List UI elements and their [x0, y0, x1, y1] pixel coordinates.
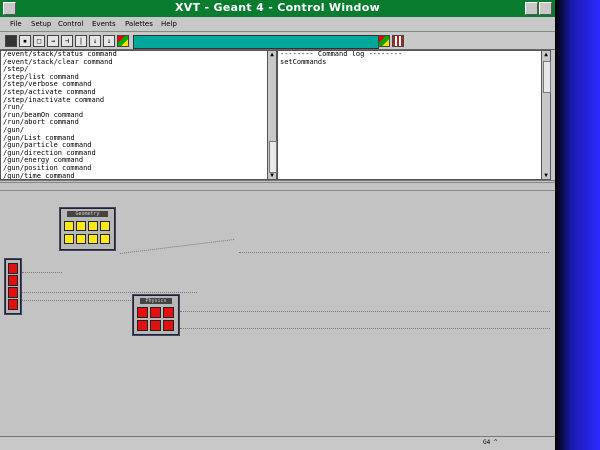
scroll-down-icon[interactable]: ▼ — [268, 172, 276, 179]
guide-line — [180, 328, 550, 329]
tool-icon[interactable]: | — [75, 35, 87, 47]
red-tile[interactable] — [163, 320, 174, 331]
menu-palettes[interactable]: Palettes — [125, 20, 153, 28]
command-item[interactable]: /step/inactivate command — [3, 96, 267, 105]
menu-events[interactable]: Events — [92, 20, 116, 28]
color-icon[interactable] — [378, 35, 390, 47]
command-input[interactable] — [133, 35, 379, 49]
red-tile[interactable] — [137, 307, 148, 318]
maximize-button[interactable] — [539, 2, 552, 15]
title-bar[interactable]: XVT - Geant 4 - Control Window — [0, 0, 555, 18]
menu-setup[interactable]: Setup — [31, 20, 51, 28]
side-palette[interactable] — [5, 259, 21, 314]
palette-workspace[interactable]: Geometry Physics — [0, 180, 555, 450]
grid-icon[interactable] — [392, 35, 404, 47]
scroll-thumb[interactable] — [269, 141, 277, 173]
red-tile[interactable] — [8, 263, 18, 274]
color-icon[interactable] — [117, 35, 129, 47]
control-window: XVT - Geant 4 - Control Window File Setu… — [0, 0, 555, 450]
arrow-icon[interactable]: → — [47, 35, 59, 47]
command-item[interactable]: /event/stack/clear command — [3, 58, 267, 67]
scroll-up-icon[interactable]: ▲ — [542, 51, 550, 58]
scroll-thumb[interactable] — [543, 61, 551, 93]
yellow-tile[interactable] — [64, 234, 74, 244]
command-log-line: setCommands — [280, 57, 327, 66]
guide-line — [22, 272, 62, 273]
yellow-tile[interactable] — [88, 234, 98, 244]
command-item[interactable]: /run/abort command — [3, 119, 267, 127]
command-tree-scrollbar[interactable]: ▲ ▼ — [267, 50, 277, 180]
window-icon[interactable]: □ — [33, 35, 45, 47]
command-log-pane[interactable]: -------- Command log -------- setCommand… — [277, 50, 542, 180]
save-icon[interactable] — [5, 35, 17, 47]
command-tree-pane[interactable]: /event/stack/status command/event/stack/… — [0, 50, 268, 180]
red-tile[interactable] — [150, 320, 161, 331]
tool-icon[interactable]: ↓ — [103, 35, 115, 47]
guide-line — [22, 292, 197, 293]
yellow-tile[interactable] — [64, 221, 74, 231]
geometry-palette[interactable]: Geometry — [60, 208, 115, 250]
menu-control[interactable]: Control — [58, 20, 83, 28]
scroll-down-icon[interactable]: ▼ — [542, 172, 550, 179]
minimize-button[interactable] — [525, 2, 538, 15]
yellow-tile[interactable] — [100, 234, 110, 244]
palette-title: Physics — [140, 298, 172, 304]
divider — [0, 182, 555, 183]
tool-icon[interactable]: ⊣ — [61, 35, 73, 47]
tool-icon[interactable]: ↓ — [89, 35, 101, 47]
guide-line — [119, 238, 235, 254]
yellow-tile[interactable] — [76, 234, 86, 244]
guide-line — [22, 300, 137, 301]
palette-title: Geometry — [67, 211, 108, 217]
menu-file[interactable]: File — [10, 20, 22, 28]
toolbar: ▪ □ → ⊣ | ↓ ↓ — [0, 32, 555, 50]
print-icon[interactable]: ▪ — [19, 35, 31, 47]
menu-help[interactable]: Help — [161, 20, 177, 28]
yellow-tile[interactable] — [76, 221, 86, 231]
red-tile[interactable] — [8, 275, 18, 286]
scroll-up-icon[interactable]: ▲ — [268, 51, 276, 58]
status-bar: G4 ^ — [0, 436, 555, 450]
command-item[interactable]: /gun/time command — [3, 172, 267, 179]
status-text: G4 ^ — [483, 439, 498, 446]
menu-bar: File Setup Control Events Palettes Help — [0, 17, 555, 32]
command-log-scrollbar[interactable]: ▲ ▼ — [541, 50, 551, 180]
red-tile[interactable] — [150, 307, 161, 318]
divider — [0, 190, 555, 191]
red-tile[interactable] — [8, 287, 18, 298]
red-tile[interactable] — [163, 307, 174, 318]
yellow-tile[interactable] — [88, 221, 98, 231]
physics-palette[interactable]: Physics — [133, 295, 179, 335]
guide-line — [180, 311, 550, 312]
yellow-tile[interactable] — [100, 221, 110, 231]
guide-line — [239, 252, 549, 253]
window-title: XVT - Geant 4 - Control Window — [174, 1, 381, 14]
red-tile[interactable] — [8, 299, 18, 310]
command-list: /event/stack/status command/event/stack/… — [1, 51, 267, 179]
red-tile[interactable] — [137, 320, 148, 331]
